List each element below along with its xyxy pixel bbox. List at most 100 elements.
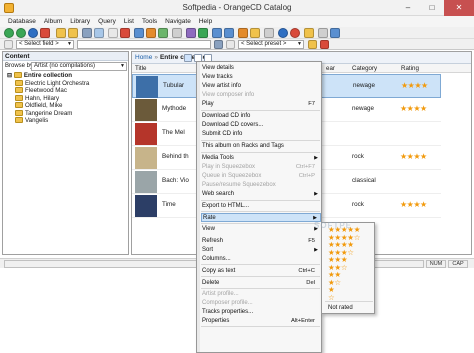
forward-icon[interactable] bbox=[16, 28, 26, 38]
menu-item-tracks-properties[interactable]: Tracks properties... bbox=[201, 308, 321, 317]
details-view-icon[interactable] bbox=[212, 28, 222, 38]
stop-icon[interactable] bbox=[40, 28, 50, 38]
search-input[interactable] bbox=[77, 40, 211, 49]
menu-item-export-to-html[interactable]: Export to HTML... bbox=[201, 202, 321, 211]
report-icon[interactable] bbox=[186, 28, 196, 38]
delete-icon[interactable] bbox=[120, 28, 130, 38]
menu-item-this-album-on-racks-and-tags[interactable]: This album on Racks and Tags bbox=[201, 142, 321, 151]
tree-item[interactable]: Oldfield, Mike bbox=[3, 102, 128, 110]
menu-item-download-cd-info[interactable]: Download CD info bbox=[201, 112, 321, 121]
home-icon[interactable] bbox=[28, 28, 38, 38]
menu-item-play[interactable]: Play F7 bbox=[201, 100, 321, 109]
print-icon[interactable] bbox=[172, 28, 182, 38]
export-icon[interactable] bbox=[146, 28, 156, 38]
menu-item-copy-as-text[interactable]: Copy as text Ctrl+C bbox=[201, 267, 321, 276]
menu-item-play-in-squeezebox[interactable]: Play in Squeezebox Ctrl+F7 bbox=[201, 163, 321, 172]
menu-item-delete[interactable]: Delete Del bbox=[201, 279, 321, 288]
menu-separator bbox=[325, 301, 373, 302]
browse-by-select[interactable]: Artist (no compilations) ▼ bbox=[31, 62, 127, 71]
import-icon[interactable] bbox=[134, 28, 144, 38]
menu-help[interactable]: Help bbox=[195, 16, 216, 27]
menu-item-label: Artist profile... bbox=[202, 291, 239, 297]
list-view-icon[interactable] bbox=[224, 28, 234, 38]
window-layout-icon[interactable] bbox=[330, 28, 340, 38]
menu-item-download-cd-covers[interactable]: Download CD covers... bbox=[201, 121, 321, 130]
breadcrumb-home-link[interactable]: Home bbox=[135, 54, 152, 61]
search-go-icon[interactable] bbox=[214, 40, 223, 49]
menu-album[interactable]: Album bbox=[40, 16, 66, 27]
menu-item-media-tools[interactable]: Media Tools ▶ bbox=[201, 154, 321, 163]
expand-icon[interactable]: ⊟ bbox=[7, 72, 12, 79]
save-preset-icon[interactable] bbox=[308, 40, 317, 49]
tree-item[interactable]: Electric Light Orchestra bbox=[3, 79, 128, 88]
content-panel-title: Content bbox=[3, 52, 128, 61]
menu-item-view-artist-info[interactable]: View artist info bbox=[201, 82, 321, 91]
menu-tools[interactable]: Tools bbox=[138, 16, 161, 27]
menu-item-pause-resume-squeezebox[interactable]: Pause/resume Squeezebox bbox=[201, 181, 321, 190]
menu-item-view[interactable]: View ▶ bbox=[201, 225, 321, 234]
filter-icon[interactable] bbox=[94, 28, 104, 38]
album-category: newage bbox=[353, 82, 376, 89]
column-title[interactable]: Title bbox=[135, 64, 146, 73]
menu-item-properties[interactable]: Properties Alt+Enter bbox=[201, 317, 321, 326]
tree-item[interactable]: Vangelis bbox=[3, 117, 128, 125]
web-icon[interactable] bbox=[158, 28, 168, 38]
tree-item[interactable]: Fleetwood Mac bbox=[3, 87, 128, 95]
preset-select[interactable]: < Select preset > ▼ bbox=[238, 40, 304, 49]
settings-icon[interactable] bbox=[264, 28, 274, 38]
tree-item-entire-collection[interactable]: ⊟ Entire collection bbox=[3, 72, 128, 80]
menu-library[interactable]: Library bbox=[66, 16, 94, 27]
menu-item-view-composer-info[interactable]: View composer info bbox=[201, 91, 321, 100]
menu-item-shortcut: F5 bbox=[308, 238, 315, 244]
star-icon[interactable] bbox=[250, 28, 260, 38]
sidebar-toggle-icon[interactable] bbox=[318, 28, 328, 38]
search-bar: < Select field > ▼ < Select preset > ▼ bbox=[0, 39, 474, 50]
media-icon[interactable] bbox=[290, 28, 300, 38]
menu-item-rate[interactable]: Rate ▶ bbox=[201, 213, 321, 222]
tree-item[interactable]: Hahn, Hilary bbox=[3, 94, 128, 103]
menu-item-composer-profile[interactable]: Composer profile... bbox=[201, 299, 321, 308]
minimize-button[interactable]: – bbox=[396, 0, 420, 16]
menu-separator bbox=[201, 326, 320, 327]
menu-item-sort[interactable]: Sort ▶ bbox=[201, 246, 321, 255]
tree-item[interactable]: Tangerine Dream bbox=[3, 109, 128, 118]
column-category[interactable]: Category bbox=[352, 64, 377, 73]
menu-item-columns[interactable]: Columns... bbox=[201, 255, 321, 264]
title-bar: Softpedia - OrangeCD Catalog – □ ✕ bbox=[0, 0, 474, 16]
cd-icon[interactable] bbox=[108, 28, 118, 38]
close-button[interactable]: ✕ bbox=[444, 0, 474, 16]
open-folder-icon[interactable] bbox=[56, 28, 66, 38]
menu-item-label: Web search bbox=[202, 191, 234, 197]
clear-search-icon[interactable] bbox=[320, 40, 329, 49]
menu-item-label: Submit CD info bbox=[202, 131, 243, 137]
menu-item-view-details[interactable]: View details bbox=[201, 64, 321, 73]
search-icon[interactable] bbox=[82, 28, 92, 38]
menu-item-view-tracks[interactable]: View tracks bbox=[201, 73, 321, 82]
new-folder-icon[interactable] bbox=[68, 28, 78, 38]
menu-item-web-search[interactable]: Web search ▶ bbox=[201, 190, 321, 199]
content-panel: Content Browse by: Artist (no compilatio… bbox=[2, 51, 129, 255]
rate-not-rated[interactable]: Not rated bbox=[328, 304, 353, 312]
menu-item-artist-profile[interactable]: Artist profile... bbox=[201, 290, 321, 299]
menu-item-queue-in-squeezebox[interactable]: Queue in Squeezebox Ctrl+P bbox=[201, 172, 321, 181]
menu-query[interactable]: Query bbox=[94, 16, 120, 27]
help-icon[interactable] bbox=[278, 28, 288, 38]
submenu-arrow-icon: ▶ bbox=[314, 247, 318, 253]
menu-item-submit-cd-info[interactable]: Submit CD info bbox=[201, 130, 321, 139]
menu-database[interactable]: Database bbox=[4, 16, 40, 27]
tree-item-label: Electric Light Orchestra bbox=[25, 79, 90, 87]
column-rating[interactable]: Rating bbox=[401, 64, 419, 73]
menu-navigate[interactable]: Navigate bbox=[161, 16, 195, 27]
menu-list[interactable]: List bbox=[120, 16, 138, 27]
column-year[interactable]: ear bbox=[326, 64, 335, 73]
maximize-button[interactable]: □ bbox=[420, 0, 444, 16]
field-select[interactable]: < Select field > ▼ bbox=[16, 40, 74, 49]
play-icon[interactable] bbox=[198, 28, 208, 38]
album-category: rock bbox=[352, 153, 364, 160]
library-folder-icon[interactable] bbox=[304, 28, 314, 38]
menu-item-refresh[interactable]: Refresh F5 bbox=[201, 237, 321, 246]
menu-separator bbox=[201, 276, 320, 277]
back-icon[interactable] bbox=[4, 28, 14, 38]
tools-icon[interactable] bbox=[238, 28, 248, 38]
details-view-button[interactable] bbox=[184, 54, 192, 62]
